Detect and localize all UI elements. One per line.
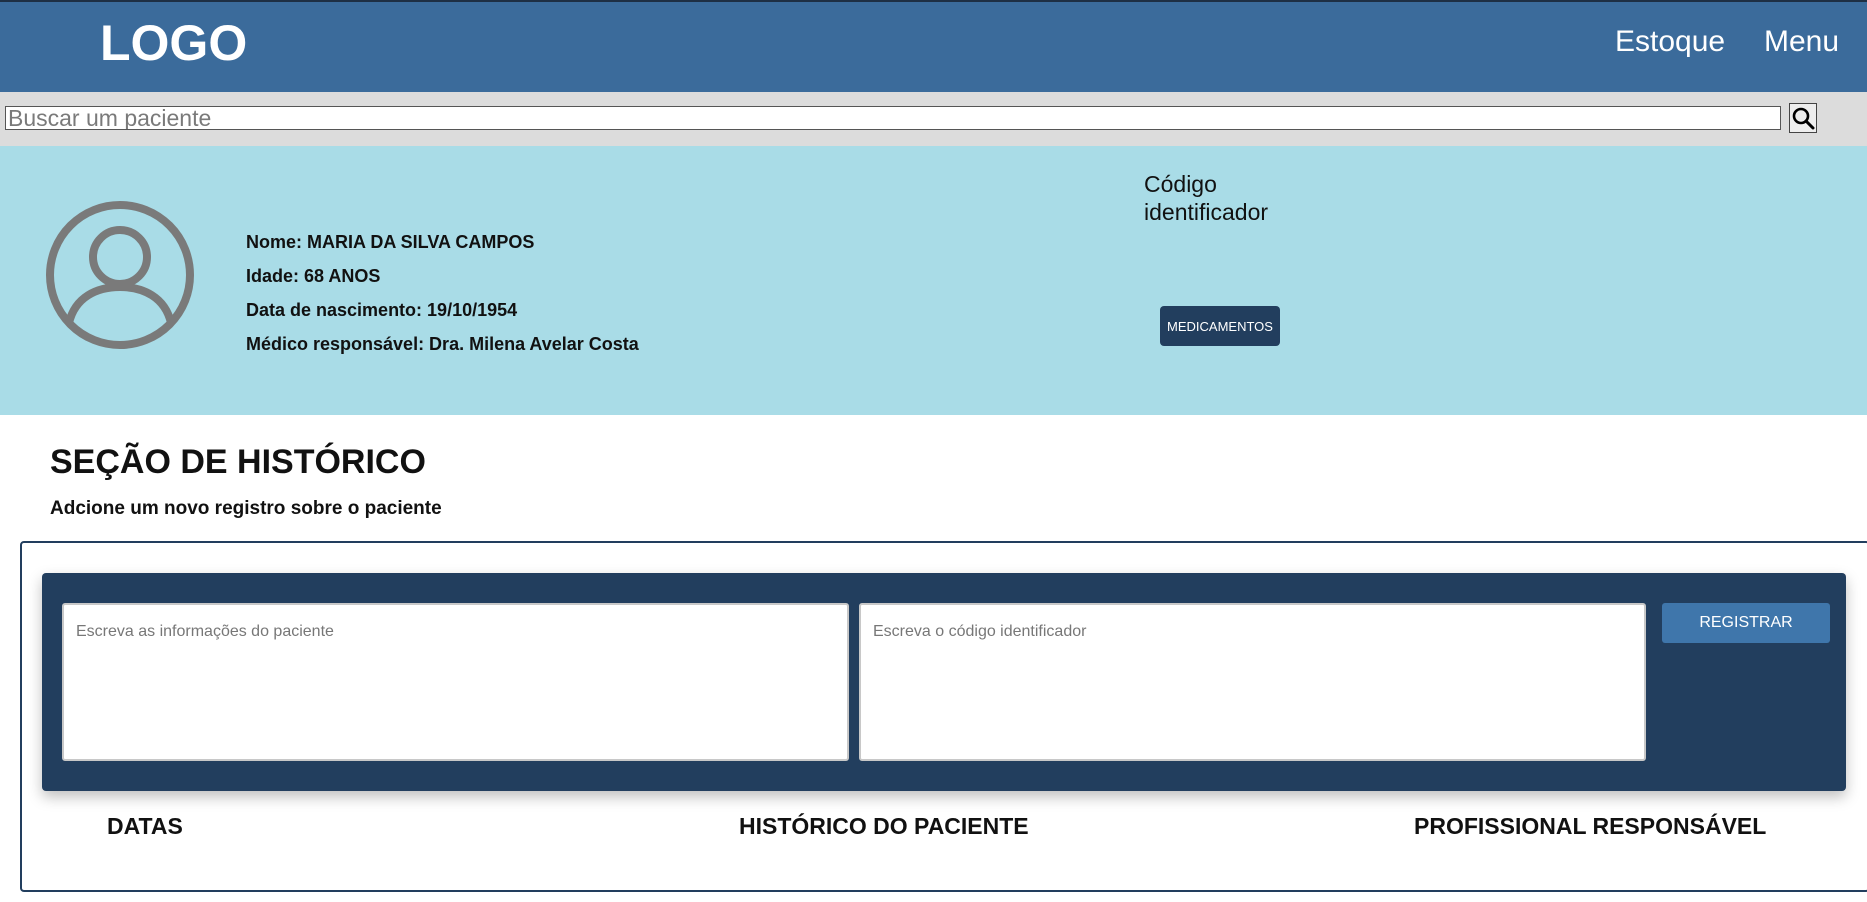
column-header-history: HISTÓRICO DO PACIENTE <box>739 813 1029 839</box>
patient-name: Nome: MARIA DA SILVA CAMPOS <box>246 232 535 252</box>
medications-button[interactable]: MEDICAMENTOS <box>1160 306 1280 346</box>
identifier-code-textarea[interactable] <box>859 603 1646 761</box>
patient-info-textarea[interactable] <box>62 603 849 761</box>
identifier-code-label: Código identificador <box>1144 171 1269 225</box>
nav-link-estoque[interactable]: Estoque <box>1615 22 1725 62</box>
top-header: LOGO Estoque Menu <box>0 0 1867 92</box>
patient-info-panel: Nome: MARIA DA SILVA CAMPOS Idade: 68 AN… <box>0 146 1867 415</box>
column-header-dates: DATAS <box>107 813 183 839</box>
nav-link-menu[interactable]: Menu <box>1764 22 1839 62</box>
new-record-form: REGISTRAR <box>42 573 1846 791</box>
history-section-subtitle: Adcione um novo registro sobre o pacient… <box>50 498 442 519</box>
history-section-title: SEÇÃO DE HISTÓRICO <box>50 443 426 481</box>
patient-doctor: Médico responsável: Dra. Milena Avelar C… <box>246 334 639 354</box>
search-input[interactable] <box>5 106 1781 130</box>
user-circle-icon <box>45 200 195 355</box>
search-button[interactable] <box>1789 103 1817 133</box>
patient-age: Idade: 68 ANOS <box>246 266 381 286</box>
logo[interactable]: LOGO <box>100 12 247 74</box>
column-header-professional: PROFISSIONAL RESPONSÁVEL <box>1414 813 1767 839</box>
register-button[interactable]: REGISTRAR <box>1662 603 1830 643</box>
search-bar <box>0 92 1867 146</box>
search-icon <box>1791 106 1815 130</box>
patient-birthdate: Data de nascimento: 19/10/1954 <box>246 300 518 320</box>
